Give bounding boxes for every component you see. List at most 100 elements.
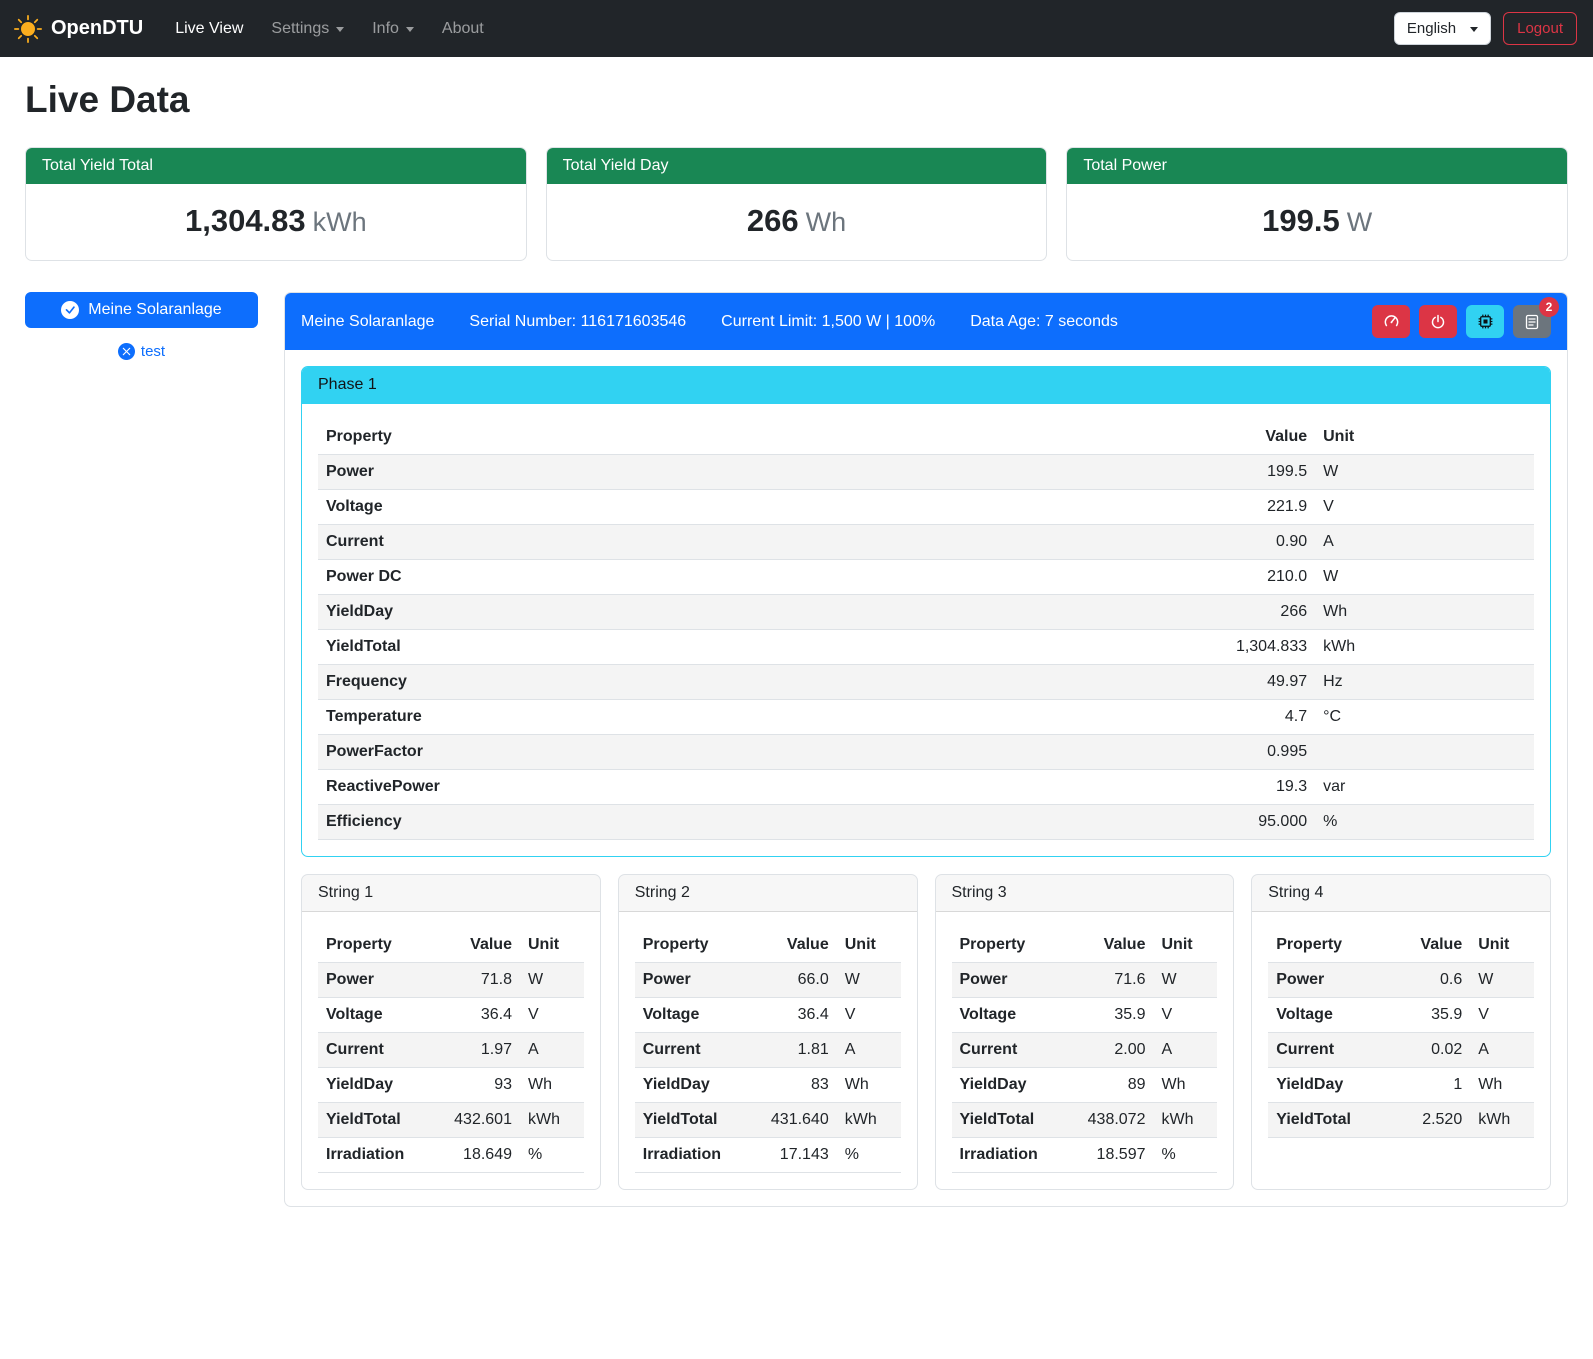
table-header-row: Property Value Unit xyxy=(635,928,901,963)
power-button[interactable] xyxy=(1419,305,1457,338)
limit-settings-button[interactable] xyxy=(1372,305,1410,338)
table-row: Voltage 36.4 V xyxy=(635,998,901,1033)
caret-down-icon xyxy=(406,27,414,32)
column-value: Value xyxy=(1145,420,1315,455)
unit-cell: kWh xyxy=(1470,1103,1534,1138)
summary-card-title: Total Yield Day xyxy=(547,148,1047,184)
table-row: Power 199.5 W xyxy=(318,455,1534,490)
value-cell: 1 xyxy=(1391,1068,1471,1103)
value-cell: 19.3 xyxy=(1145,770,1315,805)
table-header-row: Property Value Unit xyxy=(1268,928,1534,963)
language-select[interactable]: English xyxy=(1394,12,1491,45)
unit-cell: V xyxy=(520,998,584,1033)
phase-card: Phase 1 Property Value Unit xyxy=(301,366,1551,857)
table-header-row: Property Value Unit xyxy=(318,420,1534,455)
total-power-card: Total Power 199.5W xyxy=(1066,147,1568,261)
column-unit: Unit xyxy=(1470,928,1534,963)
table-row: YieldTotal 438.072 kWh xyxy=(952,1103,1218,1138)
nav-live-view[interactable]: Live View xyxy=(161,12,257,46)
table-row: Irradiation 17.143 % xyxy=(635,1138,901,1173)
nav-info-label: Info xyxy=(372,20,399,38)
value-cell: 4.7 xyxy=(1145,700,1315,735)
summary-value: 266 xyxy=(747,203,799,238)
gauge-icon xyxy=(1383,313,1400,330)
table-row: Current 2.00 A xyxy=(952,1033,1218,1068)
nav-info[interactable]: Info xyxy=(358,12,428,46)
inverter-select-label: Meine Solaranlage xyxy=(88,301,221,319)
inverter-data-age: Data Age: 7 seconds xyxy=(970,313,1118,331)
value-cell: 266 xyxy=(1145,595,1315,630)
unit-cell: V xyxy=(1315,490,1534,525)
unit-cell: % xyxy=(1315,805,1534,840)
summary-card-title: Total Yield Total xyxy=(26,148,526,184)
unit-cell: A xyxy=(837,1033,901,1068)
property-cell: YieldTotal xyxy=(318,1103,440,1138)
property-cell: YieldDay xyxy=(318,1068,440,1103)
summary-unit: W xyxy=(1347,207,1372,237)
language-value: English xyxy=(1407,20,1456,37)
table-row: YieldTotal 432.601 kWh xyxy=(318,1103,584,1138)
property-cell: ReactivePower xyxy=(318,770,1145,805)
column-value: Value xyxy=(440,928,520,963)
table-row: YieldDay 93 Wh xyxy=(318,1068,584,1103)
string-card-title: String 2 xyxy=(619,875,917,912)
column-property: Property xyxy=(318,928,440,963)
value-cell: 432.601 xyxy=(440,1103,520,1138)
table-row: Power 71.8 W xyxy=(318,963,584,998)
unit-cell: kWh xyxy=(1153,1103,1217,1138)
summary-unit: Wh xyxy=(806,207,847,237)
property-cell: Power xyxy=(635,963,757,998)
unit-cell: A xyxy=(1470,1033,1534,1068)
nav-settings[interactable]: Settings xyxy=(257,12,358,46)
unit-cell: Wh xyxy=(1315,595,1534,630)
unit-cell: W xyxy=(1315,455,1534,490)
property-cell: Current xyxy=(952,1033,1074,1068)
table-row: Voltage 35.9 V xyxy=(952,998,1218,1033)
unit-cell: W xyxy=(1470,963,1534,998)
value-cell: 49.97 xyxy=(1145,665,1315,700)
table-row: Voltage 36.4 V xyxy=(318,998,584,1033)
check-circle-icon xyxy=(61,301,79,319)
unit-cell: °C xyxy=(1315,700,1534,735)
device-info-button[interactable] xyxy=(1466,305,1504,338)
logout-button[interactable]: Logout xyxy=(1503,12,1577,45)
column-property: Property xyxy=(1268,928,1390,963)
x-circle-icon xyxy=(118,343,135,360)
nav-settings-label: Settings xyxy=(271,20,329,38)
string-table: Property Value Unit Power xyxy=(1268,928,1534,1138)
brand-logo[interactable]: OpenDTU xyxy=(14,15,143,43)
event-log-button[interactable]: 2 xyxy=(1513,305,1551,338)
value-cell: 95.000 xyxy=(1145,805,1315,840)
string-table: Property Value Unit Power xyxy=(318,928,584,1173)
property-cell: Frequency xyxy=(318,665,1145,700)
inverter-actions: 2 xyxy=(1372,305,1551,338)
property-cell: YieldTotal xyxy=(635,1103,757,1138)
column-value: Value xyxy=(757,928,837,963)
table-row: YieldTotal 1,304.833 kWh xyxy=(318,630,1534,665)
value-cell: 1,304.833 xyxy=(1145,630,1315,665)
property-cell: Voltage xyxy=(318,490,1145,525)
table-row: Power 71.6 W xyxy=(952,963,1218,998)
inverter-item-test[interactable]: test xyxy=(25,343,258,360)
property-cell: Temperature xyxy=(318,700,1145,735)
inverter-select-button[interactable]: Meine Solaranlage xyxy=(25,292,258,328)
value-cell: 93 xyxy=(440,1068,520,1103)
value-cell: 35.9 xyxy=(1391,998,1471,1033)
nav-about[interactable]: About xyxy=(428,12,498,46)
unit-cell: var xyxy=(1315,770,1534,805)
caret-down-icon xyxy=(336,27,344,32)
unit-cell: A xyxy=(1315,525,1534,560)
property-cell: Voltage xyxy=(952,998,1074,1033)
power-icon xyxy=(1430,314,1446,330)
unit-cell: kWh xyxy=(520,1103,584,1138)
string-card-title: String 4 xyxy=(1252,875,1550,912)
unit-cell: W xyxy=(837,963,901,998)
column-unit: Unit xyxy=(1153,928,1217,963)
column-property: Property xyxy=(635,928,757,963)
property-cell: Efficiency xyxy=(318,805,1145,840)
inverter-name: Meine Solaranlage xyxy=(301,313,434,331)
column-unit: Unit xyxy=(520,928,584,963)
property-cell: Irradiation xyxy=(635,1138,757,1173)
property-cell: Irradiation xyxy=(318,1138,440,1173)
property-cell: YieldTotal xyxy=(318,630,1145,665)
